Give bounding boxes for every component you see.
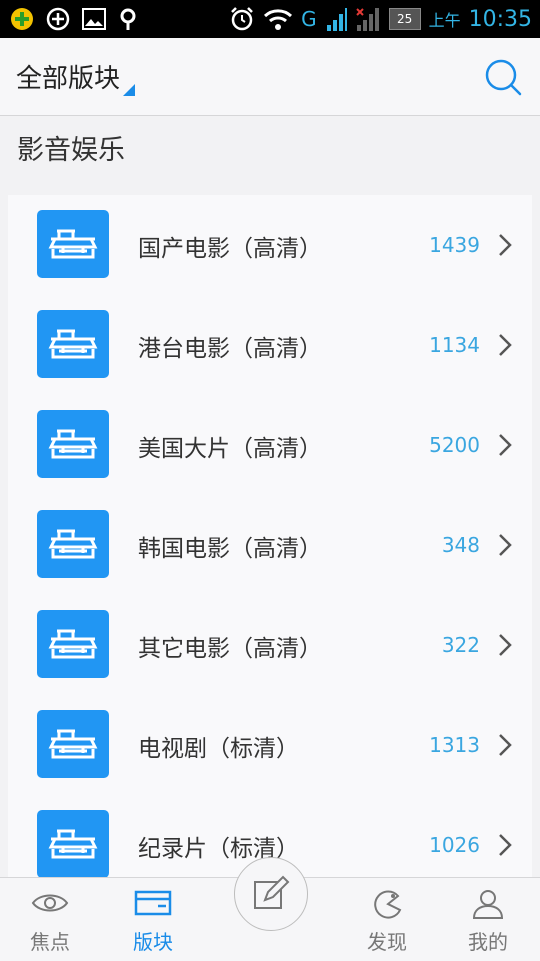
board-count: 322 [441,633,480,657]
board-name: 港台电影（高清） [138,336,322,362]
nav-discover[interactable]: 发现 [337,878,437,961]
chevron-right-icon [499,334,512,356]
search-icon [485,59,522,96]
signal-off-icon [355,8,379,31]
alarm-icon [231,7,253,31]
search-button[interactable] [484,58,522,96]
compose-button[interactable] [234,857,308,931]
board-icon [37,810,109,877]
nav-mine-label: 我的 [468,930,508,954]
chevron-right-icon [499,734,512,756]
board-name: 电视剧（标清） [138,736,299,762]
eye-icon [31,894,69,912]
status-left-icons [8,5,144,33]
signal-icon [326,8,347,31]
add-circle-icon [44,5,72,33]
nav-mine[interactable]: 我的 [438,878,538,961]
key-icon [116,5,144,33]
disk-icon [48,329,98,359]
chevron-right-icon [499,634,512,656]
disk-icon [48,729,98,759]
board-count: 348 [441,533,480,557]
chevron-right-icon [499,234,512,256]
nav-focus-label: 焦点 [30,930,70,954]
section-title: 影音娱乐 [17,135,125,166]
board-icon [37,210,109,278]
discover-icon [374,890,402,919]
board-row[interactable]: 港台电影（高清） 1134 [8,295,532,395]
chevron-right-icon [499,834,512,856]
board-count: 1313 [429,733,480,757]
network-type-label: G [301,7,317,31]
dropdown-caret-icon[interactable] [123,84,135,96]
status-right-icons: G 25 上午 10:35 [229,0,532,38]
board-row[interactable]: 美国大片（高清） 5200 [8,395,532,495]
nav-boards[interactable]: 版块 [103,878,203,961]
board-list: 国产电影（高清） 1439 港台电影（高清） 1134 美国大片（高清） 520… [8,195,532,877]
board-count: 1026 [429,833,480,857]
disk-icon [48,529,98,559]
board-selector[interactable]: 全部版块 [16,58,120,95]
board-row[interactable]: 国产电影（高清） 1439 [8,195,532,295]
board-name: 其它电影（高清） [138,636,322,662]
board-name: 国产电影（高清） [138,236,322,262]
disk-icon [48,629,98,659]
wifi-icon [264,9,293,30]
am-pm-label: 上午 [428,11,461,30]
board-card-icon [134,890,172,916]
board-row[interactable]: 电视剧（标清） 1313 [8,695,532,795]
board-count: 1439 [429,233,480,257]
board-name: 美国大片（高清） [138,436,322,462]
board-icon [37,310,109,378]
board-name: 韩国电影（高清） [138,536,322,562]
board-icon [37,410,109,478]
top-bar: 全部版块 [0,38,540,116]
clock: 10:35 [468,6,532,32]
disk-icon [48,229,98,259]
app-notification-icon [8,5,36,33]
nav-boards-label: 版块 [133,930,173,954]
board-row[interactable]: 韩国电影（高清） 348 [8,495,532,595]
image-icon [80,5,108,33]
board-icon [37,710,109,778]
edit-icon [254,875,290,909]
chevron-right-icon [499,434,512,456]
user-icon [472,890,504,919]
board-icon [37,610,109,678]
status-bar: G 25 上午 10:35 [0,0,540,38]
chevron-right-icon [499,534,512,556]
board-row[interactable]: 其它电影（高清） 322 [8,595,532,695]
board-count: 5200 [429,433,480,457]
disk-icon [48,429,98,459]
nav-discover-label: 发现 [367,930,407,954]
battery-indicator: 25 [388,8,421,30]
board-icon [37,510,109,578]
nav-focus[interactable]: 焦点 [0,878,100,961]
disk-icon [48,829,98,859]
board-count: 1134 [429,333,480,357]
